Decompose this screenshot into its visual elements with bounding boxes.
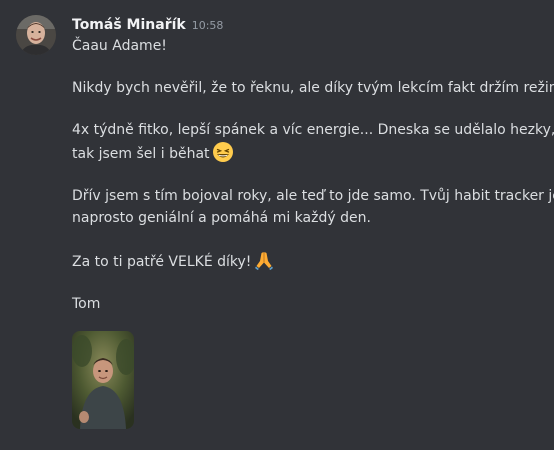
message-line-with-emoji: Za to ti patřé VELKÉ díky! (72, 249, 542, 273)
message-line: 4x týdně fitko, lepší spánek a víc energ… (72, 122, 554, 138)
message-line: Čaau Adame! (72, 38, 167, 54)
message-timestamp: 10:58 (191, 19, 224, 32)
message-line: Tom (72, 296, 101, 312)
message-line-with-emoji: tak jsem šel i běhat (72, 141, 542, 165)
message-content: Čaau Adame! Nikdy bych nevěřil, že to ře… (72, 35, 554, 315)
message-line: naprosto geniální a pomáhá mi každý den. (72, 210, 371, 226)
message-header: Tomáš Minařík 10:58 (72, 14, 223, 36)
image-attachment[interactable] (72, 331, 134, 429)
grinning-squinting-face-icon (212, 142, 233, 162)
message-line-text: Za to ti patřé VELKÉ díky! (72, 254, 252, 270)
folded-hands-icon (255, 252, 274, 270)
author-name[interactable]: Tomáš Minařík (72, 17, 186, 33)
message-line: Nikdy bych nevěřil, že to řeknu, ale dík… (72, 80, 554, 96)
message-line: Dřív jsem s tím bojoval roky, ale teď to… (72, 188, 554, 204)
message-line-text: tak jsem šel i běhat (72, 146, 210, 162)
chat-message: Tomáš Minařík 10:58 Čaau Adame! Nikdy byc… (0, 0, 554, 450)
user-avatar[interactable] (16, 15, 56, 55)
